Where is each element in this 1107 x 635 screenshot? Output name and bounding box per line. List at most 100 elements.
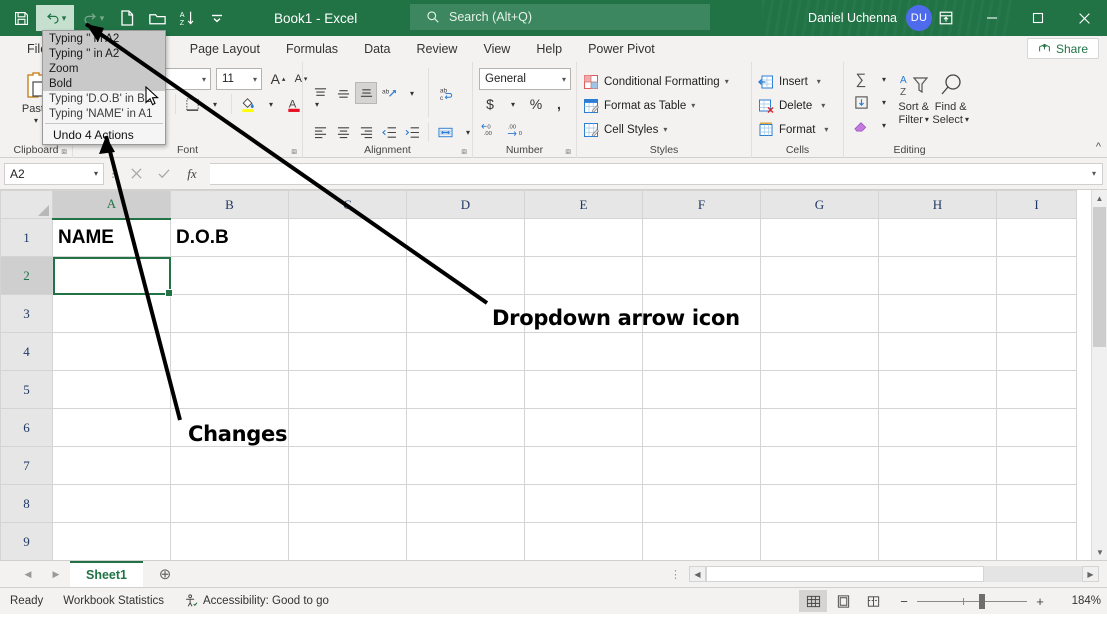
cell-f6[interactable] — [643, 409, 761, 447]
column-header-e[interactable]: E — [525, 191, 643, 219]
cell-i9[interactable] — [997, 523, 1077, 561]
minimize-button[interactable] — [969, 0, 1015, 36]
cell-h1[interactable] — [879, 219, 997, 257]
format-dropdown-arrow-icon[interactable]: ▾ — [824, 125, 828, 134]
redo-dropdown-arrow-icon[interactable]: ▾ — [100, 13, 105, 24]
format-cells-button[interactable]: Format ▾ — [758, 118, 832, 141]
column-header-d[interactable]: D — [407, 191, 525, 219]
cell-i2[interactable] — [997, 257, 1077, 295]
undo-history-dropdown[interactable]: Typing '' in A2 Typing '' in A2 Zoom Bol… — [42, 30, 166, 145]
merge-and-center-button[interactable] — [434, 121, 456, 143]
row-header-2[interactable]: 2 — [1, 257, 53, 295]
horizontal-scrollbar[interactable]: ◀ ▶ — [689, 566, 1099, 582]
page-break-preview-button[interactable] — [859, 590, 887, 612]
cell-a9[interactable] — [53, 523, 171, 561]
cell-i6[interactable] — [997, 409, 1077, 447]
cell-e6[interactable] — [525, 409, 643, 447]
horizontal-split-handle[interactable]: ⋮ — [662, 568, 689, 581]
undo-menu-item[interactable]: Typing 'NAME' in A1 — [43, 106, 165, 121]
find-select-dropdown-arrow-icon[interactable]: ▾ — [965, 114, 969, 126]
increase-decimal-button[interactable]: 0 .00 — [479, 118, 503, 140]
search-input[interactable]: Search (Alt+Q) — [410, 4, 710, 30]
tab-page-layout[interactable]: Page Layout — [177, 38, 273, 60]
cell-f4[interactable] — [643, 333, 761, 371]
cell-g3[interactable] — [761, 295, 879, 333]
cell-i7[interactable] — [997, 447, 1077, 485]
number-format-combo[interactable]: General ▾ — [479, 68, 571, 90]
percent-style-button[interactable]: % — [525, 93, 547, 115]
autosum-dropdown-arrow-icon[interactable]: ▾ — [873, 68, 895, 90]
font-size-dropdown-arrow-icon[interactable]: ▾ — [253, 75, 257, 84]
decrease-decimal-button[interactable]: .00 0 — [504, 118, 528, 140]
cell-h3[interactable] — [879, 295, 997, 333]
cell-h5[interactable] — [879, 371, 997, 409]
scroll-right-button[interactable]: ▶ — [1082, 566, 1099, 582]
cell-a2[interactable] — [53, 257, 171, 295]
font-name-dropdown-arrow-icon[interactable]: ▾ — [202, 75, 206, 84]
cell-i5[interactable] — [997, 371, 1077, 409]
cell-f8[interactable] — [643, 485, 761, 523]
cell-c9[interactable] — [289, 523, 407, 561]
scroll-down-button[interactable]: ▼ — [1092, 544, 1107, 560]
row-header-5[interactable]: 5 — [1, 371, 53, 409]
column-header-a[interactable]: A — [53, 191, 171, 219]
undo-menu-item[interactable]: Bold — [43, 76, 165, 91]
cell-g2[interactable] — [761, 257, 879, 295]
insert-dropdown-arrow-icon[interactable]: ▾ — [817, 77, 821, 86]
number-dialog-launcher[interactable]: ⧈ — [565, 146, 571, 157]
cell-i1[interactable] — [997, 219, 1077, 257]
paste-dropdown-arrow-icon[interactable]: ▾ — [34, 116, 38, 125]
scroll-left-button[interactable]: ◀ — [689, 566, 706, 582]
cell-d9[interactable] — [407, 523, 525, 561]
cell-styles-dropdown-arrow-icon[interactable]: ▾ — [663, 125, 667, 134]
normal-view-button[interactable] — [799, 590, 827, 612]
sheet-tab-sheet1[interactable]: Sheet1 — [70, 561, 143, 588]
new-file-button[interactable] — [112, 5, 142, 31]
save-button[interactable] — [6, 5, 36, 31]
cell-styles-button[interactable]: Cell Styles ▾ — [583, 118, 671, 141]
fill-color-button[interactable] — [237, 93, 259, 115]
zoom-thumb[interactable] — [979, 594, 985, 609]
align-middle-button[interactable] — [332, 82, 354, 104]
cell-b4[interactable] — [171, 333, 289, 371]
cell-a4[interactable] — [53, 333, 171, 371]
cell-h4[interactable] — [879, 333, 997, 371]
cell-a5[interactable] — [53, 371, 171, 409]
clear-dropdown-arrow-icon[interactable]: ▾ — [873, 114, 895, 136]
cancel-entry-button[interactable] — [122, 163, 150, 185]
comma-style-button[interactable]: , — [548, 93, 570, 115]
cell-f1[interactable] — [643, 219, 761, 257]
sort-filter-dropdown-arrow-icon[interactable]: ▾ — [925, 114, 929, 126]
column-header-f[interactable]: F — [643, 191, 761, 219]
tab-formulas[interactable]: Formulas — [273, 38, 351, 60]
zoom-track[interactable] — [917, 601, 1027, 602]
undo-dropdown-arrow-icon[interactable]: ▾ — [62, 13, 67, 24]
zoom-level[interactable]: 184% — [1057, 595, 1101, 607]
insert-cells-button[interactable]: Insert ▾ — [758, 70, 825, 93]
align-center-button[interactable] — [332, 121, 354, 143]
select-all-button[interactable] — [1, 191, 53, 219]
alignment-dialog-launcher[interactable]: ⧈ — [461, 146, 467, 157]
row-header-3[interactable]: 3 — [1, 295, 53, 333]
vertical-scrollbar[interactable]: ▲ ▼ — [1091, 190, 1107, 560]
tab-help[interactable]: Help — [523, 38, 575, 60]
cell-h2[interactable] — [879, 257, 997, 295]
orientation-dropdown-arrow-icon[interactable]: ▾ — [401, 82, 423, 104]
borders-dropdown-arrow-icon[interactable]: ▾ — [204, 93, 226, 115]
align-right-button[interactable] — [355, 121, 377, 143]
cell-i4[interactable] — [997, 333, 1077, 371]
cell-d5[interactable] — [407, 371, 525, 409]
scroll-up-button[interactable]: ▲ — [1092, 190, 1107, 206]
cell-h9[interactable] — [879, 523, 997, 561]
row-header-8[interactable]: 8 — [1, 485, 53, 523]
font-size-combo[interactable]: 11 ▾ — [216, 68, 262, 90]
cell-b2[interactable] — [171, 257, 289, 295]
cell-g4[interactable] — [761, 333, 879, 371]
cell-a7[interactable] — [53, 447, 171, 485]
increase-indent-button[interactable] — [401, 121, 423, 143]
cell-g8[interactable] — [761, 485, 879, 523]
cell-c6[interactable] — [289, 409, 407, 447]
cell-e8[interactable] — [525, 485, 643, 523]
accounting-format-button[interactable]: $ — [479, 93, 501, 115]
undo-menu-item[interactable]: Typing 'D.O.B' in B1 — [43, 91, 165, 106]
